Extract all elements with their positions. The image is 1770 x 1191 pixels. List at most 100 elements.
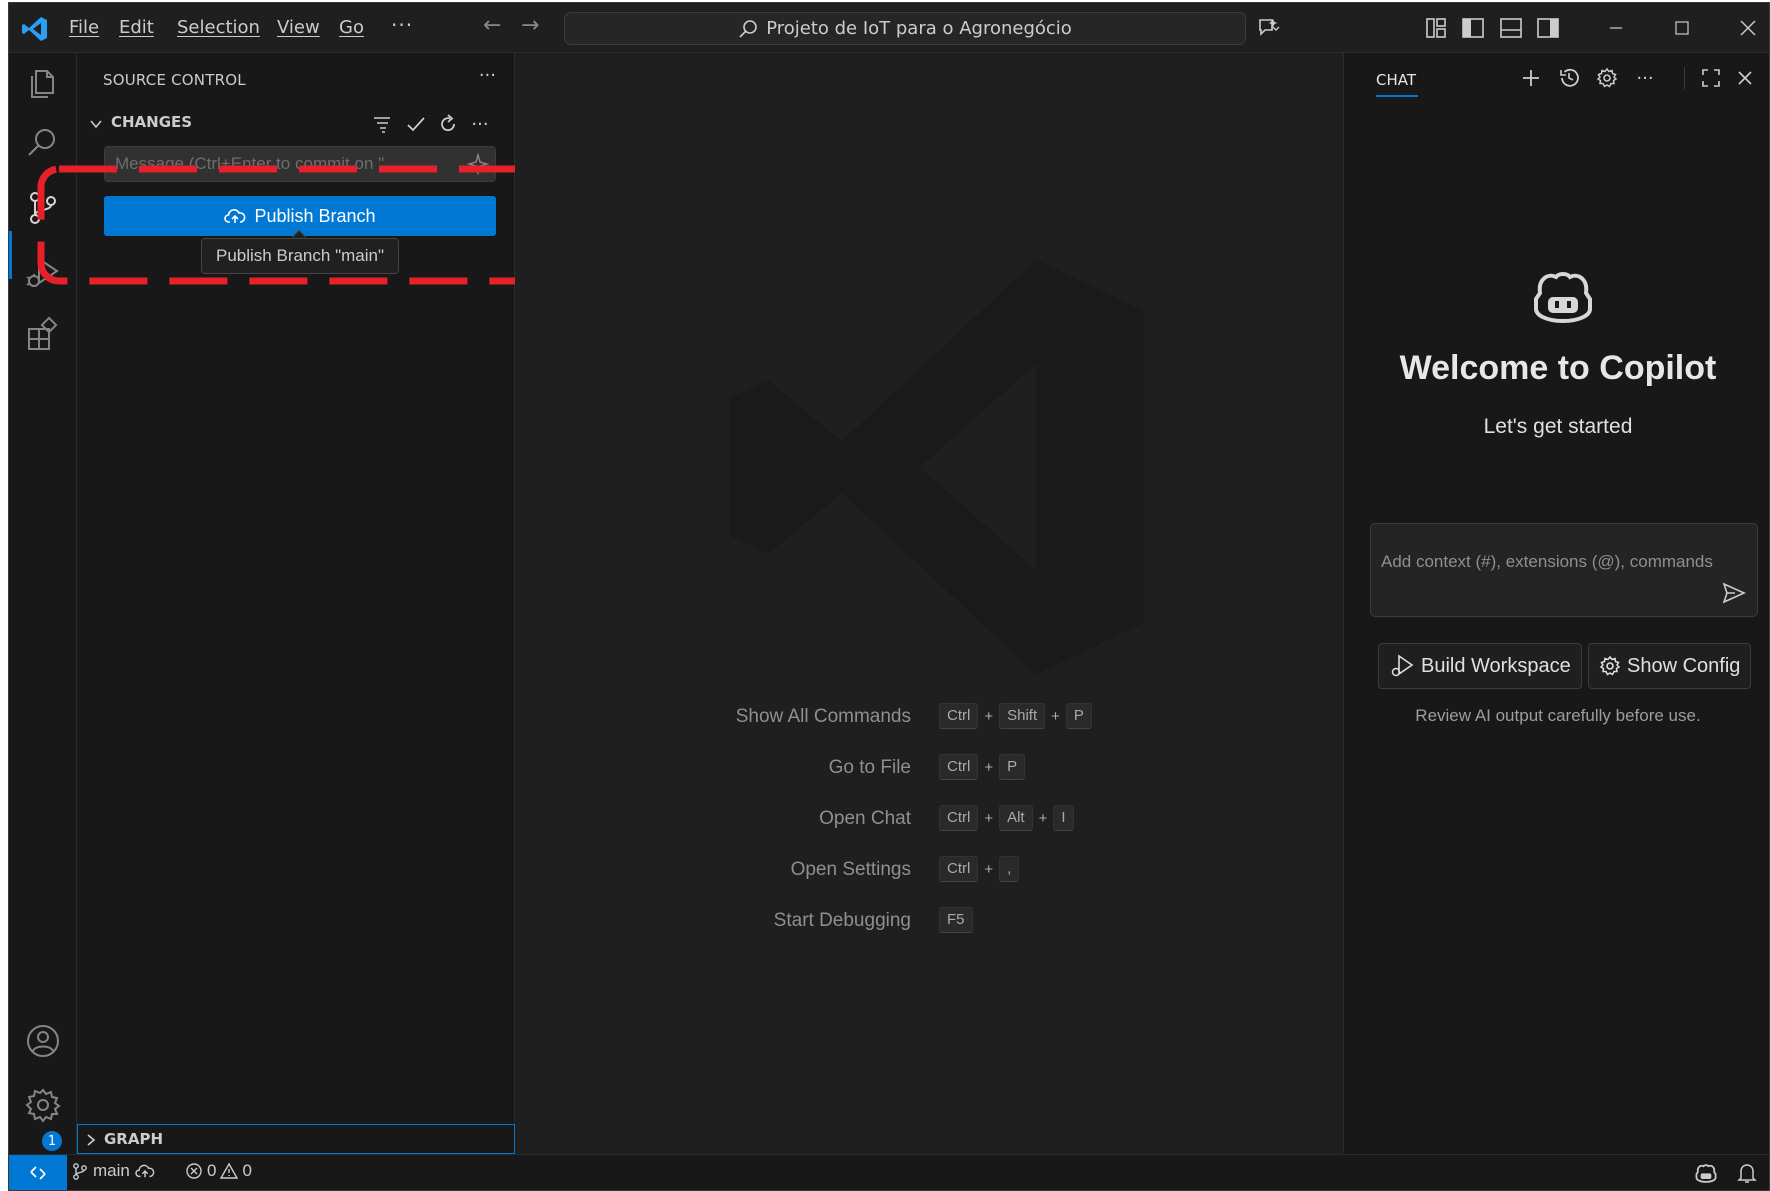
shortcut-keys: Ctrl + Alt + I bbox=[939, 805, 1074, 831]
toolbar-divider bbox=[1684, 67, 1685, 89]
chat-input-container bbox=[1370, 523, 1758, 617]
toggle-secondary-sidebar-icon[interactable] bbox=[1535, 15, 1561, 41]
status-bar: main 0 0 bbox=[9, 1154, 1769, 1190]
key: P bbox=[999, 754, 1026, 780]
screen-full-icon bbox=[1702, 69, 1720, 87]
build-workspace-label: Build Workspace bbox=[1421, 654, 1571, 677]
key: Ctrl bbox=[939, 856, 979, 882]
commit-message-input[interactable] bbox=[104, 146, 496, 182]
warning-icon bbox=[220, 1162, 239, 1179]
forward-arrow-icon[interactable]: → bbox=[521, 13, 539, 38]
shortcut-label: Go to File bbox=[828, 757, 911, 778]
plus-icon bbox=[1523, 70, 1539, 86]
history-icon bbox=[1560, 68, 1579, 87]
close-icon bbox=[1740, 20, 1756, 36]
shortcut-row: Show All Commands Ctrl + Shift + P bbox=[515, 701, 1343, 731]
shortcut-row: Open Chat Ctrl + Alt + I bbox=[515, 803, 1343, 833]
shortcut-label: Start Debugging bbox=[773, 910, 911, 931]
graph-title: GRAPH bbox=[104, 1130, 164, 1148]
key: Ctrl bbox=[939, 703, 979, 729]
minimize-button[interactable] bbox=[1593, 11, 1639, 45]
minimize-icon bbox=[1610, 27, 1622, 29]
shortcut-keys: Ctrl + P bbox=[939, 754, 1026, 780]
menu-view[interactable]: View bbox=[277, 17, 320, 38]
gear-icon bbox=[1599, 655, 1621, 676]
publish-branch-label: Publish Branch bbox=[254, 205, 376, 226]
back-arrow-icon[interactable]: ← bbox=[483, 13, 501, 38]
maximize-icon bbox=[1675, 21, 1689, 35]
shortcut-keys: Ctrl + Shift + P bbox=[939, 703, 1092, 729]
copilot-menu-icon[interactable] bbox=[1256, 15, 1282, 41]
chevron-right-icon bbox=[87, 1134, 96, 1146]
show-config-label: Show Config bbox=[1627, 654, 1741, 677]
command-center-search[interactable]: Projeto de IoT para o Agronegócio bbox=[564, 12, 1246, 45]
list-tree-icon bbox=[374, 117, 390, 133]
shortcut-label: Show All Commands bbox=[735, 706, 911, 727]
changes-more-button[interactable]: ··· bbox=[467, 111, 493, 137]
menu-selection[interactable]: Selection bbox=[177, 17, 260, 38]
notifications-bell-icon[interactable] bbox=[1737, 1162, 1757, 1184]
search-icon[interactable] bbox=[23, 123, 63, 163]
menu-go[interactable]: Go bbox=[339, 17, 364, 38]
send-icon[interactable] bbox=[1721, 580, 1747, 606]
close-chat-button[interactable] bbox=[1730, 63, 1760, 93]
chat-input[interactable] bbox=[1371, 524, 1757, 584]
chat-settings-button[interactable] bbox=[1592, 63, 1622, 93]
explorer-icon[interactable] bbox=[23, 63, 63, 103]
manage-gear-icon[interactable] bbox=[23, 1085, 63, 1125]
active-tab-indicator bbox=[1376, 95, 1418, 97]
key: Ctrl bbox=[939, 805, 979, 831]
shortcut-row: Go to File Ctrl + P bbox=[515, 752, 1343, 782]
error-icon bbox=[186, 1163, 202, 1179]
new-chat-button[interactable] bbox=[1516, 63, 1546, 93]
key: Alt bbox=[999, 805, 1033, 831]
menu-file[interactable]: File bbox=[69, 17, 99, 38]
vscode-watermark-icon bbox=[729, 259, 1145, 675]
show-config-button[interactable]: Show Config bbox=[1588, 643, 1752, 689]
branch-status[interactable]: main bbox=[71, 1161, 156, 1181]
commit-button[interactable] bbox=[403, 111, 429, 137]
cloud-upload-icon bbox=[135, 1164, 155, 1178]
chat-more-button[interactable]: ··· bbox=[1630, 63, 1660, 93]
customize-layout-icon[interactable] bbox=[1423, 15, 1449, 41]
search-icon bbox=[739, 19, 757, 38]
key: , bbox=[999, 856, 1020, 882]
accounts-icon[interactable] bbox=[23, 1021, 63, 1061]
maximize-chat-button[interactable] bbox=[1696, 63, 1726, 93]
graph-section-header[interactable]: GRAPH bbox=[77, 1124, 515, 1154]
close-window-button[interactable] bbox=[1725, 11, 1769, 45]
remote-icon bbox=[30, 1166, 46, 1180]
menu-edit[interactable]: Edit bbox=[119, 17, 154, 38]
sidebar-title: SOURCE CONTROL bbox=[103, 71, 246, 89]
build-workspace-button[interactable]: Build Workspace bbox=[1378, 643, 1582, 689]
close-icon bbox=[1738, 71, 1752, 85]
remote-indicator-button[interactable] bbox=[9, 1155, 67, 1190]
source-control-icon[interactable] bbox=[23, 187, 63, 227]
key: I bbox=[1053, 805, 1074, 831]
key: P bbox=[1065, 703, 1092, 729]
refresh-button[interactable] bbox=[435, 111, 461, 137]
chat-history-button[interactable] bbox=[1554, 63, 1584, 93]
generate-commit-message-icon[interactable] bbox=[467, 153, 489, 175]
git-branch-icon bbox=[73, 1163, 87, 1180]
tab-chat[interactable]: CHAT bbox=[1376, 71, 1416, 89]
shortcut-row: Open Settings Ctrl + , bbox=[515, 854, 1343, 884]
problems-status[interactable]: 0 0 bbox=[185, 1161, 252, 1181]
sidebar-more-button[interactable]: ··· bbox=[479, 65, 496, 86]
toggle-panel-icon[interactable] bbox=[1498, 15, 1524, 41]
view-as-tree-button[interactable] bbox=[369, 111, 395, 137]
welcome-heading: Welcome to Copilot bbox=[1399, 349, 1717, 387]
active-indicator bbox=[9, 231, 12, 279]
publish-branch-tooltip: Publish Branch "main" bbox=[201, 238, 399, 274]
menu-more-button[interactable]: ··· bbox=[391, 13, 413, 37]
toggle-primary-sidebar-icon[interactable] bbox=[1460, 15, 1486, 41]
changes-section-header[interactable]: CHANGES ··· bbox=[85, 111, 505, 137]
extensions-icon[interactable] bbox=[23, 315, 63, 355]
copilot-status-icon[interactable] bbox=[1695, 1162, 1717, 1184]
gear-icon bbox=[1596, 67, 1618, 88]
run-debug-icon[interactable] bbox=[23, 253, 63, 293]
check-icon bbox=[407, 117, 425, 132]
maximize-button[interactable] bbox=[1659, 11, 1705, 45]
branch-name: main bbox=[93, 1161, 130, 1180]
chevron-down-icon bbox=[90, 120, 102, 129]
